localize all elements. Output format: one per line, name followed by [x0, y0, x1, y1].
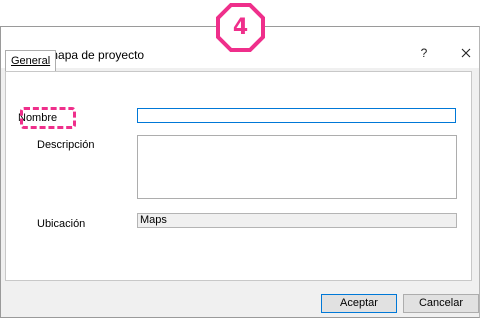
description-textarea[interactable] [137, 135, 457, 199]
help-button[interactable]: ? [411, 40, 437, 66]
step-number: 4 [232, 15, 249, 40]
cancel-button[interactable]: Cancelar [403, 294, 479, 313]
name-highlight-annotation [20, 107, 76, 129]
location-field: Maps [137, 213, 457, 228]
step-badge: 4 [215, 2, 266, 53]
general-tab-panel: Nombre Descripción Ubicación Maps [5, 71, 472, 281]
location-label: Ubicación [37, 218, 86, 230]
accept-button[interactable]: Aceptar [321, 294, 397, 313]
close-icon [461, 48, 471, 58]
close-button[interactable] [453, 39, 479, 67]
tab-general[interactable]: General [5, 50, 57, 72]
name-input[interactable] [137, 108, 456, 123]
description-label: Descripción [37, 139, 95, 151]
